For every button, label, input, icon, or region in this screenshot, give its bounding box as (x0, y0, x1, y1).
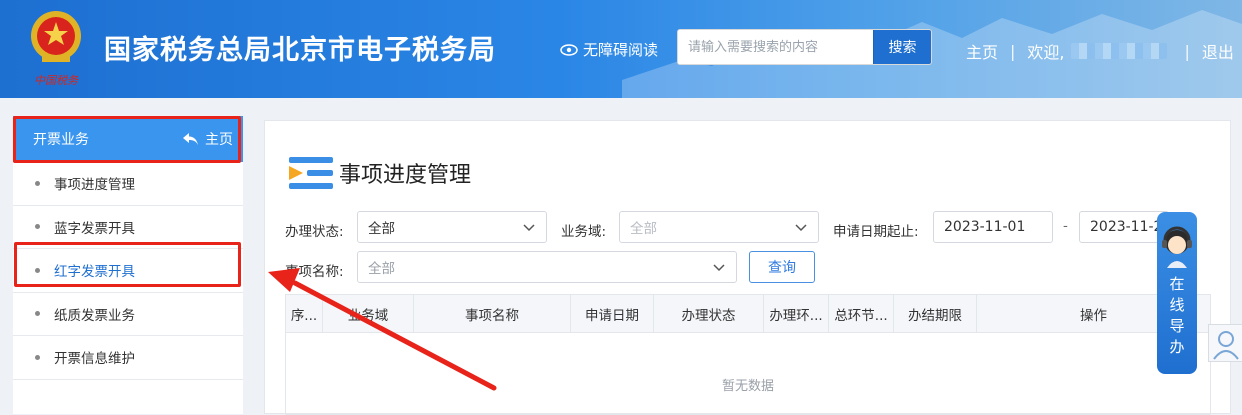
redacted-username (1070, 43, 1167, 59)
bullet-icon (35, 224, 40, 230)
nav-logout-link[interactable]: 退出 (1202, 39, 1234, 63)
column-header[interactable]: 办结期限 (894, 295, 977, 332)
status-label: 办理状态: (285, 224, 344, 240)
eye-icon (560, 43, 578, 56)
list-title-icon (289, 157, 333, 189)
bullet-icon (35, 311, 40, 317)
sidebar-item-label: 红字发票开具 (54, 264, 135, 281)
date-end-input[interactable]: 2023-11-2 (1079, 211, 1169, 243)
sidebar-item-blue-invoice[interactable]: 蓝字发票开具 (13, 206, 243, 249)
chevron-down-icon (713, 264, 725, 272)
accessibility-label: 无障碍阅读 (583, 41, 659, 59)
nav-separator: | (1010, 41, 1016, 61)
sidebar-section-title: 开票业务 (33, 132, 89, 148)
top-nav: 主页 | 欢迎, | 退出 (966, 39, 1234, 63)
status-value: 全部 (368, 221, 395, 237)
back-arrow-icon (183, 132, 198, 145)
nav-home-link[interactable]: 主页 (966, 39, 998, 63)
page-title-text: 事项进度管理 (339, 163, 472, 188)
empty-state-text: 暂无数据 (721, 379, 774, 394)
site-header: 中国税务 国家税务总局北京市电子税务局 无障碍阅读 搜索 主页 | 欢迎, | … (0, 0, 1242, 98)
column-header[interactable]: 事项名称 (414, 295, 571, 332)
column-header[interactable]: 办理环... (764, 295, 829, 332)
online-guide-widget[interactable]: 在线导办 (1157, 212, 1197, 374)
sidebar-item-label: 蓝字发票开具 (54, 220, 135, 237)
column-header[interactable]: 申请日期 (571, 295, 654, 332)
sidebar-item-progress[interactable]: 事项进度管理 (13, 162, 243, 206)
main-panel: 事项进度管理 办理状态: 全部 业务域: 全部 申请日期起止: 2023-11-… (264, 120, 1231, 415)
sidebar: 开票业务 主页 事项进度管理 蓝字发票开具 红字发票开具 纸质发票业务 开票信息… (13, 116, 243, 414)
table-header: 序... 业务域 事项名称 申请日期 办理状态 办理环... 总环节... 办结… (286, 295, 1210, 333)
nav-separator: | (1184, 41, 1190, 61)
sidebar-item-red-invoice[interactable]: 红字发票开具 (13, 249, 243, 293)
site-title: 国家税务总局北京市电子税务局 (104, 35, 496, 66)
date-separator: - (1063, 218, 1068, 234)
sidebar-item-invoice-info[interactable]: 开票信息维护 (13, 336, 243, 380)
bullet-icon (35, 180, 40, 186)
sidebar-item-label: 开票信息维护 (54, 351, 135, 368)
date-start-input[interactable]: 2023-11-01 (933, 211, 1053, 243)
search-box: 搜索 (677, 29, 932, 65)
query-button[interactable]: 查询 (749, 251, 815, 283)
bullet-icon (35, 354, 40, 360)
sidebar-home-label: 主页 (205, 132, 233, 148)
online-guide-label: 在线导办 (1169, 275, 1185, 356)
column-header[interactable]: 总环节... (829, 295, 894, 332)
chevron-down-icon (795, 224, 807, 232)
column-header[interactable]: 办理状态 (654, 295, 764, 332)
sidebar-item-paper-invoice[interactable]: 纸质发票业务 (13, 293, 243, 336)
domain-value: 全部 (630, 221, 657, 237)
status-select[interactable]: 全部 (357, 211, 547, 243)
item-name-select[interactable]: 全部 (357, 251, 737, 283)
item-name-value: 全部 (368, 261, 395, 277)
tax-emblem-logo: 中国税务 (31, 11, 81, 87)
results-table: 序... 业务域 事项名称 申请日期 办理状态 办理环... 总环节... 办结… (285, 294, 1211, 415)
date-range-label: 申请日期起止: (833, 224, 919, 240)
user-icon (1213, 331, 1239, 360)
page-title: 事项进度管理 (287, 153, 471, 193)
svg-text:中国税务: 中国税务 (34, 74, 79, 87)
accessibility-reading-link[interactable]: 无障碍阅读 (560, 39, 658, 60)
user-feedback-tab[interactable] (1208, 324, 1242, 362)
nav-welcome: 欢迎, (1027, 43, 1065, 62)
search-button[interactable]: 搜索 (873, 30, 931, 64)
chevron-down-icon (523, 224, 535, 232)
item-name-label: 事项名称: (285, 264, 344, 280)
sidebar-section-header[interactable]: 开票业务 主页 (13, 116, 243, 162)
sidebar-item-label: 事项进度管理 (54, 177, 135, 194)
column-header[interactable]: 业务域 (323, 295, 414, 332)
domain-select[interactable]: 全部 (619, 211, 819, 243)
bullet-icon (35, 267, 40, 273)
customer-service-avatar-icon (1162, 226, 1192, 268)
search-input[interactable] (678, 30, 873, 64)
domain-label: 业务域: (561, 224, 607, 240)
column-header[interactable]: 序... (286, 295, 323, 332)
sidebar-item-label: 纸质发票业务 (54, 307, 135, 324)
sidebar-home-link[interactable]: 主页 (183, 129, 233, 149)
